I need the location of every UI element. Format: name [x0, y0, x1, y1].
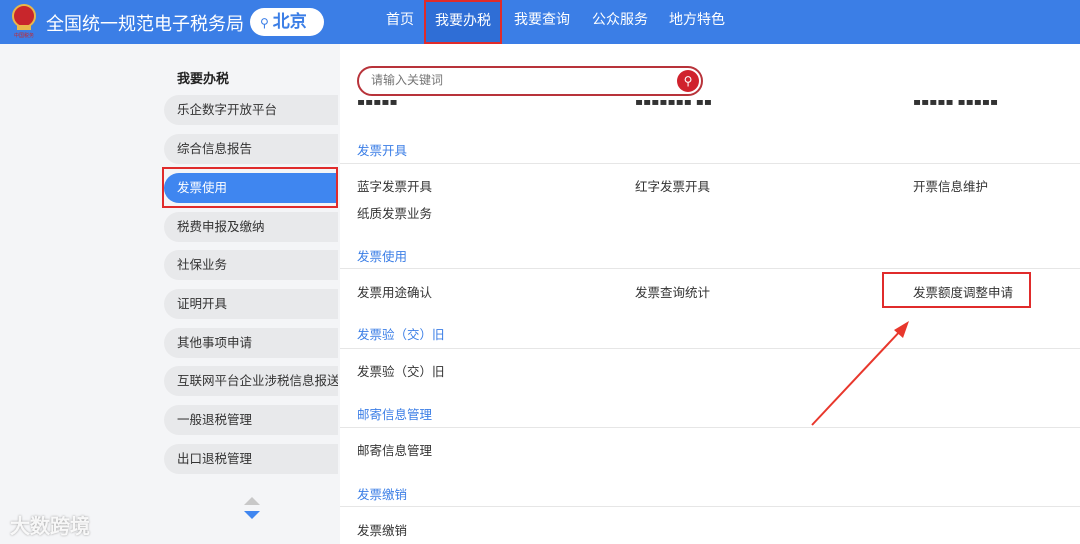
annotation-arrow	[811, 321, 909, 426]
